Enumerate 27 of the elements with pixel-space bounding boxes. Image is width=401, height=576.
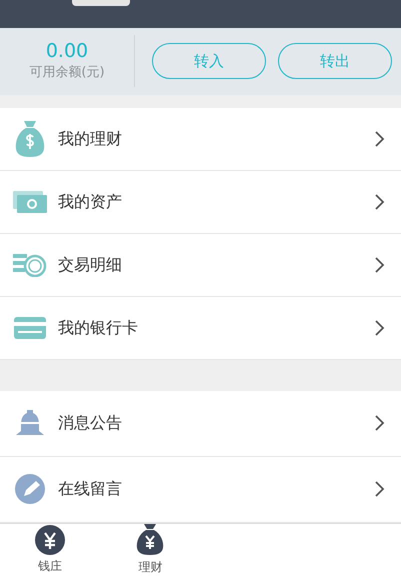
banknotes-icon <box>13 190 47 213</box>
chevron-right-icon <box>375 481 385 498</box>
menu-item[interactable]: 我的理财 <box>0 108 401 171</box>
chevron-right-icon <box>375 415 385 432</box>
balance-amount: 0.00 <box>46 40 88 64</box>
menu-item-label: 在线留言 <box>58 478 123 500</box>
menu-item[interactable]: 交易明细 <box>0 234 401 297</box>
tab[interactable]: 钱庄 <box>0 524 100 576</box>
tab[interactable]: 理财 <box>100 524 200 576</box>
coins-icon <box>13 252 47 277</box>
bank-card-icon <box>14 316 46 339</box>
avatar-card <box>72 0 130 6</box>
balance-label: 可用余额(元) <box>29 64 105 82</box>
chevron-right-icon <box>375 256 385 273</box>
menu-item-label: 我的资产 <box>58 190 123 213</box>
chevron-right-icon <box>375 320 385 336</box>
menu-item[interactable]: 我的资产 <box>0 170 401 234</box>
menu-item[interactable]: 消息公告 <box>0 390 401 457</box>
menu-item-label: 消息公告 <box>58 412 123 434</box>
menu-item[interactable]: 我的银行卡 <box>0 296 401 360</box>
menu-item-label: 交易明细 <box>58 254 123 276</box>
money-bag-icon <box>15 120 45 158</box>
chevron-right-icon <box>375 130 385 147</box>
menu-item-label: 我的理财 <box>58 128 123 150</box>
menu-item-label: 我的银行卡 <box>58 316 139 339</box>
pen-circle-icon <box>15 474 45 504</box>
chevron-right-icon <box>375 194 385 210</box>
